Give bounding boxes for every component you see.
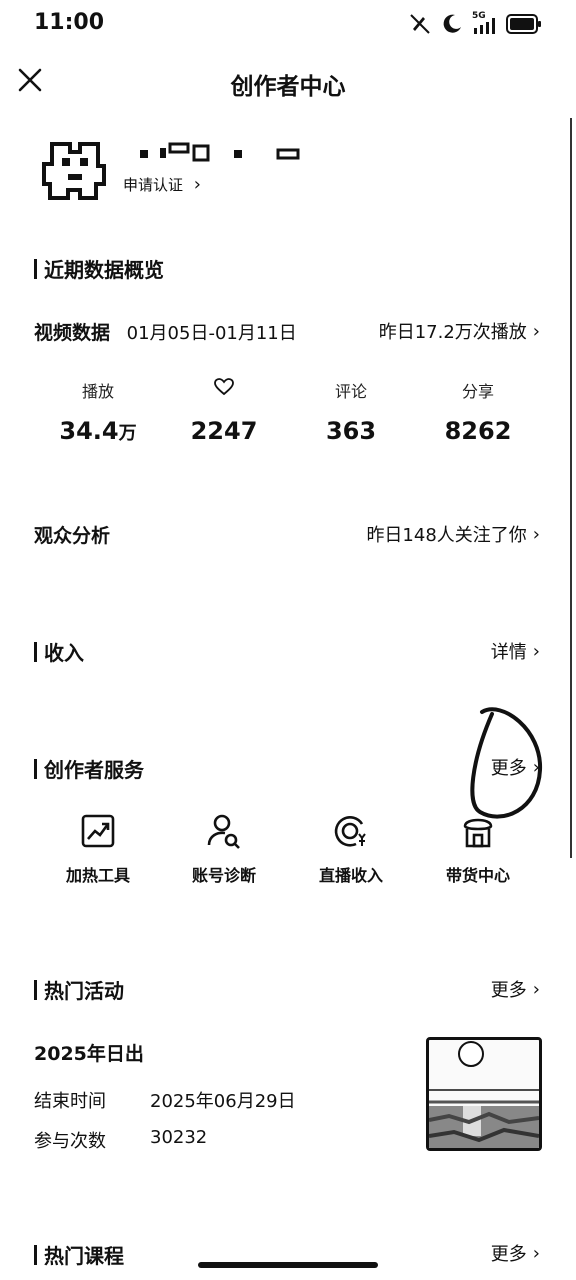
stat-label: 评论 (334, 382, 367, 401)
service-label: 账号诊断 (191, 866, 256, 885)
chevron-right-icon: › (193, 174, 201, 195)
section-marker (34, 979, 37, 1000)
chevron-right-icon: › (532, 640, 540, 662)
certify-label: 申请认证 (123, 176, 184, 194)
activities-more-link[interactable]: 更多 › (491, 976, 540, 1002)
yesterday-plays-text: 昨日17.2万次播放 (378, 322, 527, 343)
user-name-masked (140, 142, 300, 162)
stat-value: 2247 (190, 417, 258, 445)
shop-icon (463, 818, 493, 848)
audience-summary-text: 昨日148人关注了你 (366, 525, 527, 546)
chevron-right-icon: › (532, 978, 540, 1000)
nav-bar: 创作者中心 (0, 52, 576, 112)
stat-plays[interactable]: 播放 34.4万 (38, 378, 158, 445)
account-search-icon (207, 814, 240, 849)
video-data-label: 视频数据 (34, 322, 111, 344)
section-income-title: 收入 (34, 637, 84, 666)
service-label: 直播收入 (318, 866, 383, 885)
stat-label: 播放 (81, 382, 114, 401)
audience-summary-link[interactable]: 昨日148人关注了你 › (366, 521, 540, 547)
service-account-diagnosis[interactable]: 账号诊断 (164, 812, 284, 886)
stat-shares[interactable]: 分享 8262 (418, 378, 538, 445)
service-label: 加热工具 (65, 866, 130, 885)
end-time-value: 2025年06月29日 (150, 1091, 296, 1112)
stat-value: 8262 (444, 417, 512, 445)
audience-analysis-label: 观众分析 (34, 525, 111, 547)
stat-number: 34.4 (59, 417, 119, 445)
section-overview-title: 近期数据概览 (34, 254, 164, 283)
mute-icon (410, 14, 430, 34)
service-boost-tool[interactable]: 加热工具 (38, 812, 158, 886)
stat-label: 分享 (461, 382, 494, 401)
stat-label (164, 378, 284, 402)
chevron-right-icon: › (532, 1242, 540, 1264)
event-thumbnail[interactable] (426, 1037, 542, 1151)
section-marker (34, 758, 37, 779)
trend-chart-icon (81, 814, 115, 848)
scroll-indicator (570, 118, 572, 858)
stats-grid: 播放 34.4万 2247 评论 363 分享 8262 (34, 378, 542, 458)
signal-icon: 5G (472, 12, 498, 36)
sunrise-image (429, 1040, 539, 1148)
heart-icon (214, 378, 234, 396)
stat-likes[interactable]: 2247 (164, 378, 284, 445)
apply-certification-link[interactable]: 申请认证 › (123, 174, 201, 195)
section-marker (34, 641, 37, 662)
stat-value: 34.4万 (38, 417, 158, 445)
section-courses-title: 热门课程 (34, 1240, 124, 1269)
event-title[interactable]: 2025年日出 (34, 1039, 144, 1066)
status-icons: 5G (408, 12, 542, 36)
page-title: 创作者中心 (230, 74, 346, 100)
income-details-link[interactable]: 详情 › (491, 638, 540, 664)
home-indicator[interactable] (198, 1262, 378, 1268)
section-activities-label: 热门活动 (44, 979, 124, 1003)
avatar[interactable] (40, 136, 108, 204)
section-services-label: 创作者服务 (44, 758, 144, 782)
chevron-right-icon: › (532, 523, 540, 545)
status-time: 11:00 (34, 10, 105, 35)
battery-icon (506, 14, 541, 34)
end-time-label: 结束时间 (34, 1091, 106, 1112)
stat-unit: 万 (118, 423, 137, 444)
status-bar: 11:00 5G (0, 0, 576, 52)
section-marker (34, 258, 37, 279)
moon-icon (443, 14, 461, 33)
section-income-label: 收入 (44, 641, 84, 665)
activities-more-text: 更多 (490, 980, 527, 1001)
participants-label: 参与次数 (34, 1131, 106, 1152)
video-data-row: 视频数据 01月05日-01月11日 (34, 318, 297, 345)
stat-value: 363 (325, 417, 377, 445)
participants-value: 30232 (150, 1127, 208, 1148)
courses-more-link[interactable]: 更多 › (491, 1240, 540, 1266)
date-range: 01月05日-01月11日 (126, 323, 297, 344)
service-label: 带货中心 (445, 866, 510, 885)
income-details-text: 详情 (490, 642, 527, 663)
service-live-income[interactable]: 直播收入 (291, 812, 411, 886)
stat-comments[interactable]: 评论 363 (291, 378, 411, 445)
handwritten-annotation (470, 707, 543, 819)
section-services-title: 创作者服务 (34, 754, 144, 783)
section-courses-label: 热门课程 (44, 1244, 124, 1268)
yesterday-plays-link[interactable]: 昨日17.2万次播放 › (379, 318, 540, 344)
service-commerce-center[interactable]: 带货中心 (418, 812, 538, 886)
chevron-right-icon: › (532, 320, 540, 342)
section-marker (34, 1244, 37, 1265)
section-overview-label: 近期数据概览 (44, 258, 164, 282)
live-income-icon (334, 816, 366, 847)
section-activities-title: 热门活动 (34, 975, 124, 1004)
courses-more-text: 更多 (490, 1244, 527, 1265)
